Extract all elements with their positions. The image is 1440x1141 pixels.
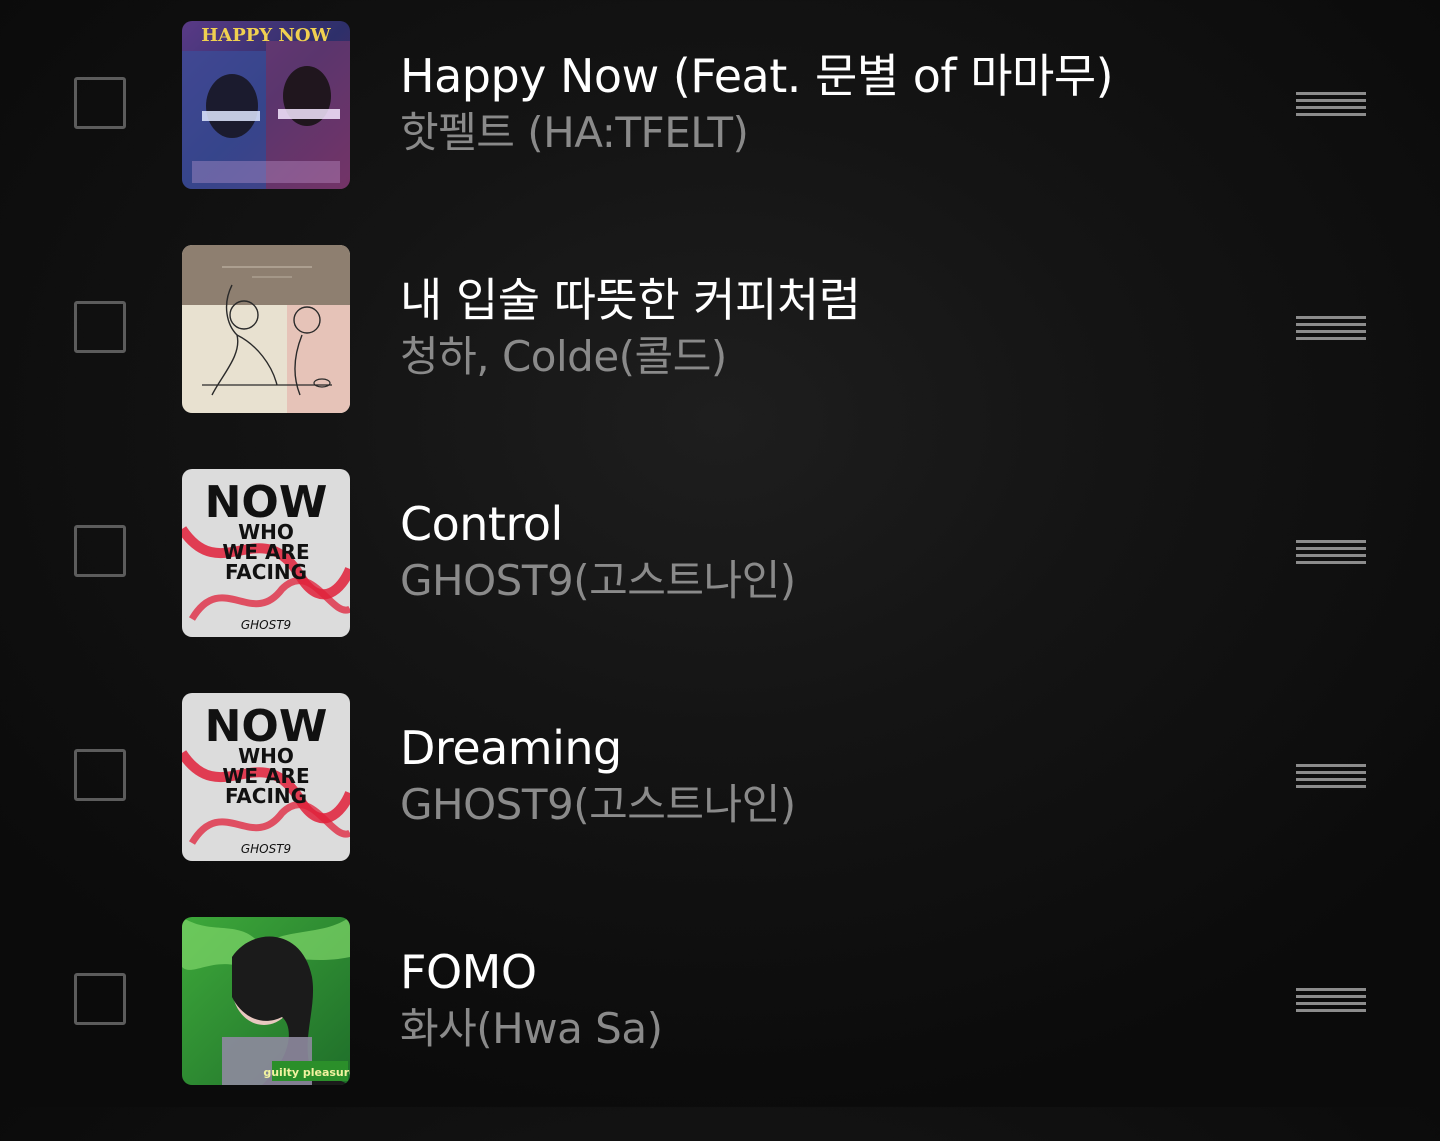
album-art-happy-now-image: HAPPY NOW — [182, 21, 350, 189]
drag-handle-icon[interactable] — [1296, 988, 1366, 1012]
track-row[interactable]: HAPPY NOW Happy Now (Feat. 문별 of 마마무) 핫펠… — [0, 21, 1440, 245]
album-art-title: guilty pleasure — [263, 1066, 350, 1079]
track-row[interactable]: NOW WHO WE ARE FACING GHOST9 Dreaming GH… — [0, 693, 1440, 917]
album-art-title: HAPPY NOW — [201, 25, 331, 46]
track-title: Dreaming — [400, 721, 622, 775]
track-title: FOMO — [400, 945, 537, 999]
album-art-guilty-pleasure: guilty pleasure — [182, 917, 350, 1085]
drag-handle-icon[interactable] — [1296, 540, 1366, 564]
track-artist: GHOST9(고스트나인) — [400, 780, 796, 829]
album-art-sketch-couple-image — [182, 245, 350, 413]
drag-handle-icon[interactable] — [1296, 316, 1366, 340]
track-title: Happy Now (Feat. 문별 of 마마무) — [400, 49, 1114, 103]
drag-handle-icon[interactable] — [1296, 92, 1366, 116]
album-art-now-image: NOW WHO WE ARE FACING GHOST9 — [182, 469, 350, 637]
track-checkbox[interactable] — [74, 301, 126, 353]
track-checkbox[interactable] — [74, 749, 126, 801]
track-title: 내 입술 따뜻한 커피처럼 — [400, 273, 861, 327]
album-art-now-image: NOW WHO WE ARE FACING GHOST9 — [182, 693, 350, 861]
album-art-subtitle-line: FACING — [225, 784, 307, 808]
album-art-brand: GHOST9 — [241, 842, 291, 856]
album-art-happy-now: HAPPY NOW — [182, 21, 350, 189]
album-art-subtitle-line: FACING — [225, 560, 307, 584]
track-artist: 청하, Colde(콜드) — [400, 332, 727, 381]
track-title: Control — [400, 497, 563, 551]
album-art-sketch-couple — [182, 245, 350, 413]
track-row[interactable]: 내 입술 따뜻한 커피처럼 청하, Colde(콜드) — [0, 245, 1440, 469]
track-checkbox[interactable] — [74, 77, 126, 129]
track-checkbox[interactable] — [74, 525, 126, 577]
album-art-guilty-pleasure-image: guilty pleasure — [182, 917, 350, 1085]
album-art-now-who-we-are-facing: NOW WHO WE ARE FACING GHOST9 — [182, 693, 350, 861]
album-art-brand: GHOST9 — [241, 618, 291, 632]
track-artist: 핫펠트 (HA:TFELT) — [400, 108, 749, 157]
drag-handle-icon[interactable] — [1296, 764, 1366, 788]
album-art-now-who-we-are-facing: NOW WHO WE ARE FACING GHOST9 — [182, 469, 350, 637]
track-row[interactable]: guilty pleasure FOMO 화사(Hwa Sa) — [0, 917, 1440, 1141]
track-artist: 화사(Hwa Sa) — [400, 1004, 663, 1053]
track-artist: GHOST9(고스트나인) — [400, 556, 796, 605]
track-checkbox[interactable] — [74, 973, 126, 1025]
track-row[interactable]: NOW WHO WE ARE FACING GHOST9 Control GHO… — [0, 469, 1440, 693]
track-list: HAPPY NOW Happy Now (Feat. 문별 of 마마무) 핫펠… — [0, 0, 1440, 1107]
